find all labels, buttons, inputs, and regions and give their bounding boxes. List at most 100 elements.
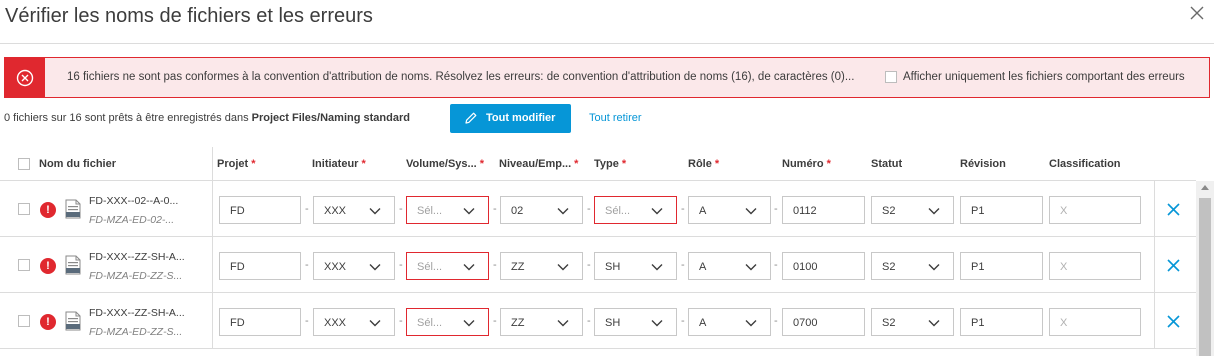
col-niveau[interactable]: Niveau/Emp... * (499, 158, 578, 170)
type-select[interactable]: SH (594, 252, 677, 280)
file-name-proposed: FD-MZA-ED-ZZ-S... (89, 270, 183, 282)
classification-value: X (1060, 261, 1068, 273)
revision-input[interactable]: P1 (960, 252, 1043, 280)
required-marker: * (826, 158, 831, 170)
niveau-select[interactable]: ZZ (500, 308, 583, 336)
col-role-label: Rôle (688, 158, 712, 170)
select-all-checkbox[interactable] (18, 158, 30, 170)
statut-value: S2 (882, 205, 896, 217)
revision-input[interactable]: P1 (960, 308, 1043, 336)
scroll-thumb[interactable] (1199, 198, 1211, 356)
role-select[interactable]: A (688, 252, 771, 280)
segment-separator: - (399, 259, 403, 271)
statut-value: S2 (882, 317, 896, 329)
col-type[interactable]: Type * (594, 158, 626, 170)
edit-all-button[interactable]: Tout modifier (450, 104, 571, 133)
projet-input[interactable]: FD (219, 308, 301, 336)
errors-only-label[interactable]: Afficher uniquement les fichiers comport… (903, 71, 1185, 83)
volume-select[interactable]: Sél... (406, 308, 489, 336)
close-icon[interactable] (1190, 6, 1204, 20)
segment-separator: - (399, 203, 403, 215)
volume-select[interactable]: Sél... (406, 196, 489, 224)
chevron-down-icon (651, 262, 663, 274)
segment-separator: - (587, 259, 591, 271)
remove-row-icon[interactable] (1167, 259, 1180, 277)
required-marker: * (714, 158, 720, 170)
classification-input[interactable]: X (1049, 196, 1141, 224)
niveau-select[interactable]: 02 (500, 196, 583, 224)
scroll-up-arrow-icon[interactable] (1201, 185, 1209, 190)
niveau-value: ZZ (511, 261, 525, 273)
segment-separator: - (399, 315, 403, 327)
numero-input[interactable]: 0700 (782, 308, 865, 336)
classification-value: X (1060, 317, 1068, 329)
row-error-icon[interactable]: ! (40, 202, 56, 218)
statut-select[interactable]: S2 (871, 252, 954, 280)
col-projet[interactable]: Projet * (217, 158, 255, 170)
statut-value: S2 (882, 261, 896, 273)
initiateur-select[interactable]: XXX (313, 252, 395, 280)
segment-separator: - (774, 315, 778, 327)
initiateur-select[interactable]: XXX (313, 196, 395, 224)
error-strip (5, 58, 45, 97)
chevron-down-icon (557, 206, 569, 218)
col-projet-label: Projet (217, 158, 249, 170)
chevron-down-icon (928, 318, 940, 330)
numero-input[interactable]: 0100 (782, 252, 865, 280)
niveau-select[interactable]: ZZ (500, 252, 583, 280)
file-name-proposed: FD-MZA-ED-02-... (89, 214, 175, 226)
col-classification[interactable]: Classification (1049, 158, 1121, 170)
type-select[interactable]: SH (594, 308, 677, 336)
dialog-header: Vérifier les noms de fichiers et les err… (0, 0, 1214, 44)
segment-separator: - (681, 203, 685, 215)
volume-select[interactable]: Sél... (406, 252, 489, 280)
save-status-text: 0 fichiers sur 16 sont prêts à être enre… (4, 112, 252, 124)
role-select[interactable]: A (688, 196, 771, 224)
vertical-scrollbar[interactable] (1196, 181, 1214, 356)
row-divider (212, 181, 213, 237)
revision-input[interactable]: P1 (960, 196, 1043, 224)
col-filename[interactable]: Nom du fichier (39, 158, 116, 170)
col-revision[interactable]: Révision (960, 158, 1006, 170)
projet-input[interactable]: FD (219, 196, 301, 224)
statut-select[interactable]: S2 (871, 308, 954, 336)
statut-select[interactable]: S2 (871, 196, 954, 224)
role-select[interactable]: A (688, 308, 771, 336)
initiateur-value: XXX (324, 205, 347, 217)
col-initiateur[interactable]: Initiateur * (312, 158, 366, 170)
error-banner: 16 fichiers ne sont pas conformes à la c… (4, 57, 1210, 98)
classification-input[interactable]: X (1049, 252, 1141, 280)
col-numero[interactable]: Numéro * (782, 158, 831, 170)
remove-row-icon[interactable] (1167, 203, 1180, 221)
file-name-proposed: FD-MZA-ED-ZZ-S... (89, 326, 183, 338)
projet-input[interactable]: FD (219, 252, 301, 280)
numero-input[interactable]: 0112 (782, 196, 865, 224)
row-checkbox[interactable] (18, 315, 30, 327)
segment-separator: - (681, 315, 685, 327)
remove-all-link[interactable]: Tout retirer (589, 112, 642, 124)
row-divider (212, 293, 213, 349)
revision-value: P1 (971, 317, 985, 329)
row-checkbox[interactable] (18, 203, 30, 215)
remove-row-icon[interactable] (1167, 315, 1180, 333)
pdf-file-icon (65, 311, 81, 331)
chevron-down-icon (557, 262, 569, 274)
chevron-down-icon (463, 206, 475, 218)
col-role[interactable]: Rôle * (688, 158, 719, 170)
pdf-file-icon (65, 199, 81, 219)
initiateur-value: XXX (324, 261, 347, 273)
col-classification-label: Classification (1049, 158, 1121, 170)
volume-value: Sél... (417, 205, 443, 217)
col-volume[interactable]: Volume/Sys... * (406, 158, 484, 170)
errors-only-checkbox[interactable] (885, 71, 897, 83)
segment-separator: - (774, 203, 778, 215)
type-select[interactable]: Sél... (594, 196, 677, 224)
col-statut[interactable]: Statut (871, 158, 902, 170)
table-row: ! FD-XXX--ZZ-SH-A... FD-MZA-ED-ZZ-S... FD… (0, 293, 1196, 349)
classification-input[interactable]: X (1049, 308, 1141, 336)
row-checkbox[interactable] (18, 259, 30, 271)
row-error-icon[interactable]: ! (40, 314, 56, 330)
initiateur-select[interactable]: XXX (313, 308, 395, 336)
chevron-down-icon (369, 262, 381, 274)
row-error-icon[interactable]: ! (40, 258, 56, 274)
